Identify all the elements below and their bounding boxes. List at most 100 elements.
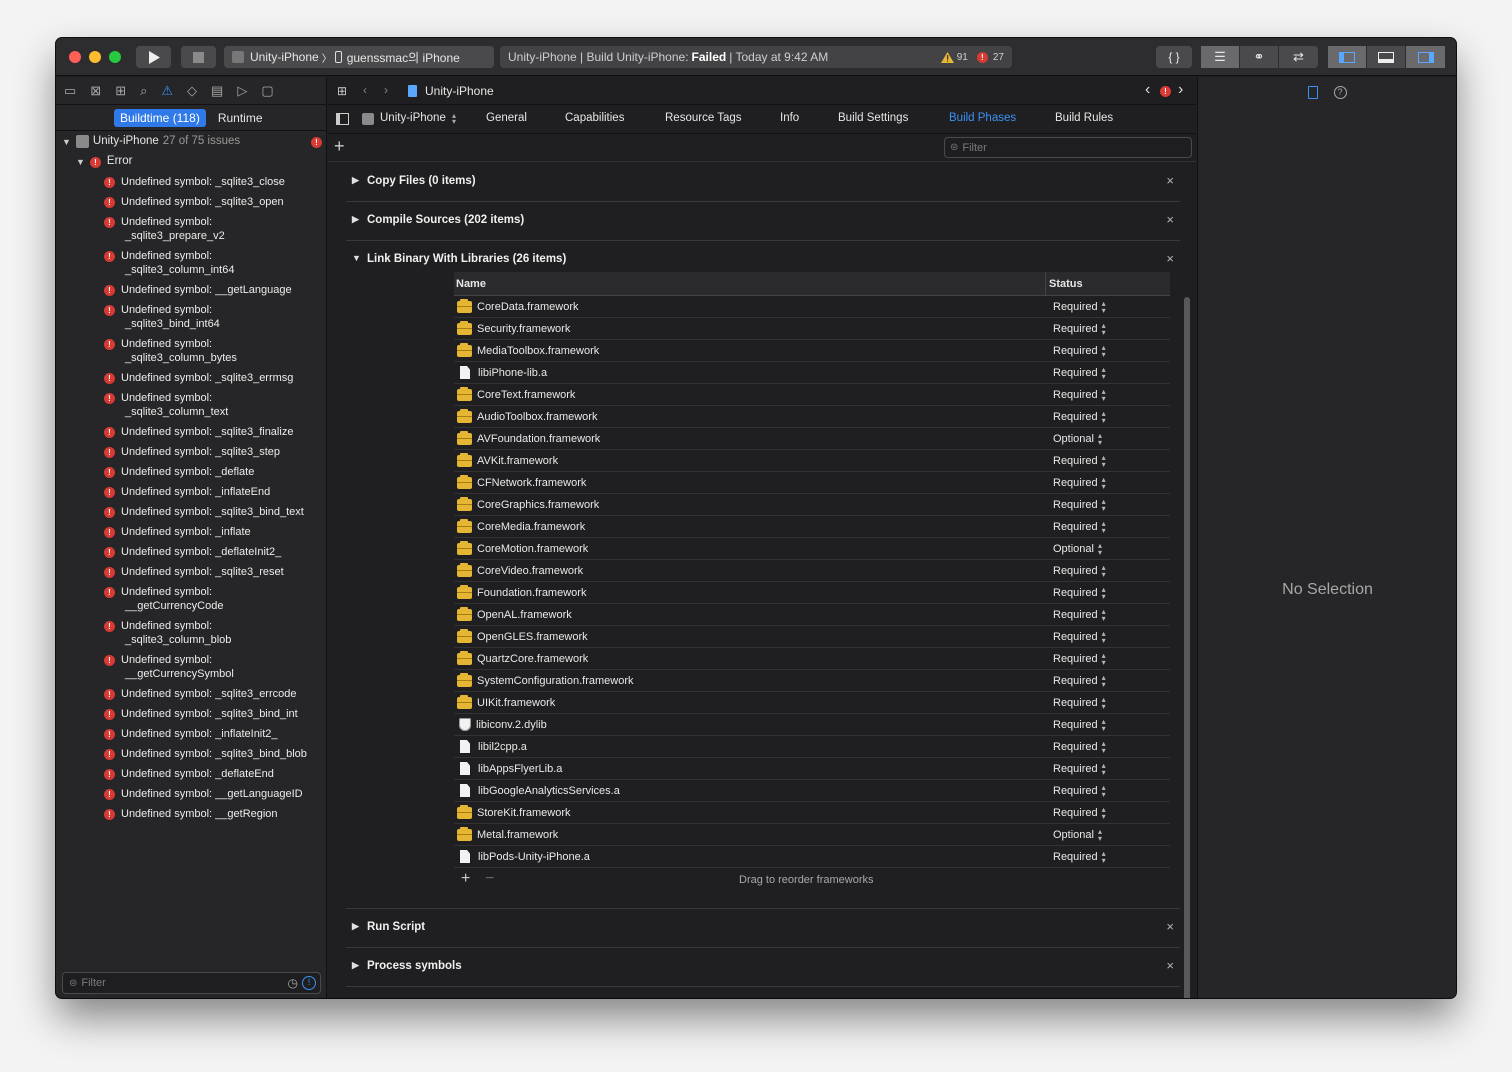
issue-row[interactable]: ! Undefined symbol: _sqlite3_column_blob [56, 619, 326, 647]
warning-icon[interactable] [940, 51, 954, 63]
status-popup[interactable]: Required ▴ ▾ [1046, 387, 1108, 402]
phase-header[interactable]: ▼ Link Binary With Libraries (26 items) … [346, 241, 1180, 272]
error-filter-icon[interactable]: ! [302, 976, 316, 990]
scheme-selector[interactable]: Unity-iPhone 〉 guenssmac의 iPhone [224, 46, 494, 68]
table-row[interactable]: CoreVideo.framework Required ▴ ▾ [454, 560, 1170, 582]
column-header-status[interactable]: Status [1046, 278, 1083, 290]
tab-build-rules[interactable]: Build Rules [1055, 112, 1113, 124]
remove-library-button[interactable]: − [485, 870, 494, 888]
issue-row[interactable]: ! Undefined symbol: _inflateEnd [56, 485, 326, 499]
table-row[interactable]: StoreKit.framework Required ▴ ▾ [454, 802, 1170, 824]
status-popup[interactable]: Required ▴ ▾ [1046, 783, 1108, 798]
status-popup[interactable]: Required ▴ ▾ [1046, 299, 1108, 314]
jump-bar-file[interactable]: Unity-iPhone [425, 84, 494, 98]
disclosure-right-icon[interactable]: ▶ [352, 960, 359, 971]
updown-chevron-icon[interactable]: ▴ ▾ [452, 112, 456, 126]
status-popup[interactable]: Required ▴ ▾ [1046, 673, 1108, 688]
delete-phase-button[interactable]: × [1166, 251, 1174, 266]
status-popup[interactable]: Required ▴ ▾ [1046, 761, 1108, 776]
activity-viewer[interactable]: Unity-iPhone | Build Unity-iPhone: Faile… [500, 46, 1012, 68]
table-row[interactable]: CoreGraphics.framework Required ▴ ▾ [454, 494, 1170, 516]
status-popup[interactable]: Required ▴ ▾ [1046, 321, 1108, 336]
stop-button[interactable] [181, 46, 216, 68]
status-popup[interactable]: Required ▴ ▾ [1046, 563, 1108, 578]
status-popup[interactable]: Required ▴ ▾ [1046, 365, 1108, 380]
help-icon[interactable]: ? [1333, 85, 1347, 99]
issue-row[interactable]: ! Undefined symbol: _inflate [56, 525, 326, 539]
assistant-editor-button[interactable]: ⚭ [1240, 46, 1279, 68]
target-selector[interactable]: Unity-iPhone [380, 112, 446, 124]
sidebar-toggle-icon[interactable] [336, 113, 349, 125]
symbol-icon[interactable]: ⊞ [115, 83, 126, 99]
table-row[interactable]: CoreText.framework Required ▴ ▾ [454, 384, 1170, 406]
table-row[interactable]: libil2cpp.a Required ▴ ▾ [454, 736, 1170, 758]
previous-issue-chevron-icon[interactable]: ‹ [1145, 81, 1150, 99]
issue-row[interactable]: ! Undefined symbol: _sqlite3_column_int64 [56, 249, 326, 277]
issue-row[interactable]: ! Undefined symbol: _sqlite3_open [56, 195, 326, 209]
table-row[interactable]: MediaToolbox.framework Required ▴ ▾ [454, 340, 1170, 362]
tab-build-settings[interactable]: Build Settings [838, 112, 908, 124]
add-phase-button[interactable]: + [334, 136, 345, 157]
phase-copy-files[interactable]: ▶ Copy Files (0 items) × [346, 163, 1180, 202]
table-row[interactable]: CoreMotion.framework Optional ▴ ▾ [454, 538, 1170, 560]
disclosure-down-icon[interactable]: ▼ [352, 253, 361, 263]
toggle-inspector-button[interactable] [1406, 46, 1445, 68]
tab-buildtime[interactable]: Buildtime (118) [114, 108, 206, 127]
issue-row[interactable]: ! Undefined symbol: _sqlite3_column_text [56, 391, 326, 419]
issue-row[interactable]: ! Undefined symbol: _sqlite3_bind_blob [56, 747, 326, 761]
forward-chevron-icon[interactable]: › [384, 83, 388, 97]
test-diamond-icon[interactable]: ◇ [187, 83, 197, 99]
table-row[interactable]: UIKit.framework Required ▴ ▾ [454, 692, 1170, 714]
issue-row[interactable]: ! Undefined symbol: _sqlite3_reset [56, 565, 326, 579]
issue-row[interactable]: ! Undefined symbol: _deflate [56, 465, 326, 479]
disclosure-right-icon[interactable]: ▶ [352, 921, 359, 932]
tab-runtime[interactable]: Runtime [214, 109, 267, 127]
issue-row[interactable]: ! Undefined symbol: _sqlite3_bind_int [56, 707, 326, 721]
issue-error-icon[interactable]: ! [1160, 86, 1171, 97]
status-popup[interactable]: Required ▴ ▾ [1046, 409, 1108, 424]
tab-resource-tags[interactable]: Resource Tags [665, 112, 742, 124]
table-row[interactable]: libGoogleAnalyticsServices.a Required ▴ ▾ [454, 780, 1170, 802]
status-popup[interactable]: Required ▴ ▾ [1046, 695, 1108, 710]
toggle-debug-area-button[interactable] [1367, 46, 1406, 68]
issue-row[interactable]: ! Undefined symbol: _sqlite3_finalize [56, 425, 326, 439]
table-row[interactable]: OpenGLES.framework Required ▴ ▾ [454, 626, 1170, 648]
related-items-icon[interactable]: ⊞ [337, 84, 347, 98]
phase-filter-field[interactable]: ⊜ Filter [944, 137, 1192, 158]
breakpoint-icon[interactable]: ▷ [237, 83, 247, 99]
run-button[interactable] [136, 46, 171, 68]
file-inspector-icon[interactable] [1307, 85, 1318, 99]
delete-phase-button[interactable]: × [1166, 919, 1174, 934]
table-row[interactable]: Security.framework Required ▴ ▾ [454, 318, 1170, 340]
table-row[interactable]: AVKit.framework Required ▴ ▾ [454, 450, 1170, 472]
disclosure-down-icon[interactable]: ▼ [62, 137, 71, 147]
status-popup[interactable]: Required ▴ ▾ [1046, 519, 1108, 534]
delete-phase-button[interactable]: × [1166, 958, 1174, 973]
issue-row[interactable]: ! Undefined symbol: _sqlite3_step [56, 445, 326, 459]
table-row[interactable]: AVFoundation.framework Optional ▴ ▾ [454, 428, 1170, 450]
table-row[interactable]: libAppsFlyerLib.a Required ▴ ▾ [454, 758, 1170, 780]
navigator-filter-field[interactable]: ⊜ Filter ◷ ! [62, 972, 321, 994]
status-popup[interactable]: Required ▴ ▾ [1046, 629, 1108, 644]
status-popup[interactable]: Required ▴ ▾ [1046, 651, 1108, 666]
back-chevron-icon[interactable]: ‹ [363, 83, 367, 97]
issue-row[interactable]: ! Undefined symbol: _sqlite3_errmsg [56, 371, 326, 385]
error-group-row[interactable]: ▼ ! Error [56, 155, 326, 175]
status-popup[interactable]: Required ▴ ▾ [1046, 497, 1108, 512]
issue-row[interactable]: ! Undefined symbol: __getLanguage [56, 283, 326, 297]
issue-row[interactable]: ! Undefined symbol: _deflateEnd [56, 767, 326, 781]
status-popup[interactable]: Required ▴ ▾ [1046, 849, 1108, 864]
issue-row[interactable]: ! Undefined symbol: _sqlite3_errcode [56, 687, 326, 701]
issue-row[interactable]: ! Undefined symbol: _inflateInit2_ [56, 727, 326, 741]
disclosure-right-icon[interactable]: ▶ [352, 175, 359, 186]
issue-row[interactable]: ! Undefined symbol: __getCurrencySymbol [56, 653, 326, 681]
issue-row[interactable]: ! Undefined symbol: __getCurrencyCode [56, 585, 326, 613]
zoom-window-button[interactable] [109, 51, 121, 63]
table-row[interactable]: libPods-Unity-iPhone.a Required ▴ ▾ [454, 846, 1170, 868]
status-popup[interactable]: Required ▴ ▾ [1046, 585, 1108, 600]
project-row[interactable]: ▼ Unity-iPhone 27 of 75 issues ! [56, 135, 326, 155]
disclosure-down-icon[interactable]: ▼ [76, 157, 85, 167]
table-row[interactable]: SystemConfiguration.framework Required ▴ ▾ [454, 670, 1170, 692]
close-window-button[interactable] [69, 51, 81, 63]
table-row[interactable]: AudioToolbox.framework Required ▴ ▾ [454, 406, 1170, 428]
